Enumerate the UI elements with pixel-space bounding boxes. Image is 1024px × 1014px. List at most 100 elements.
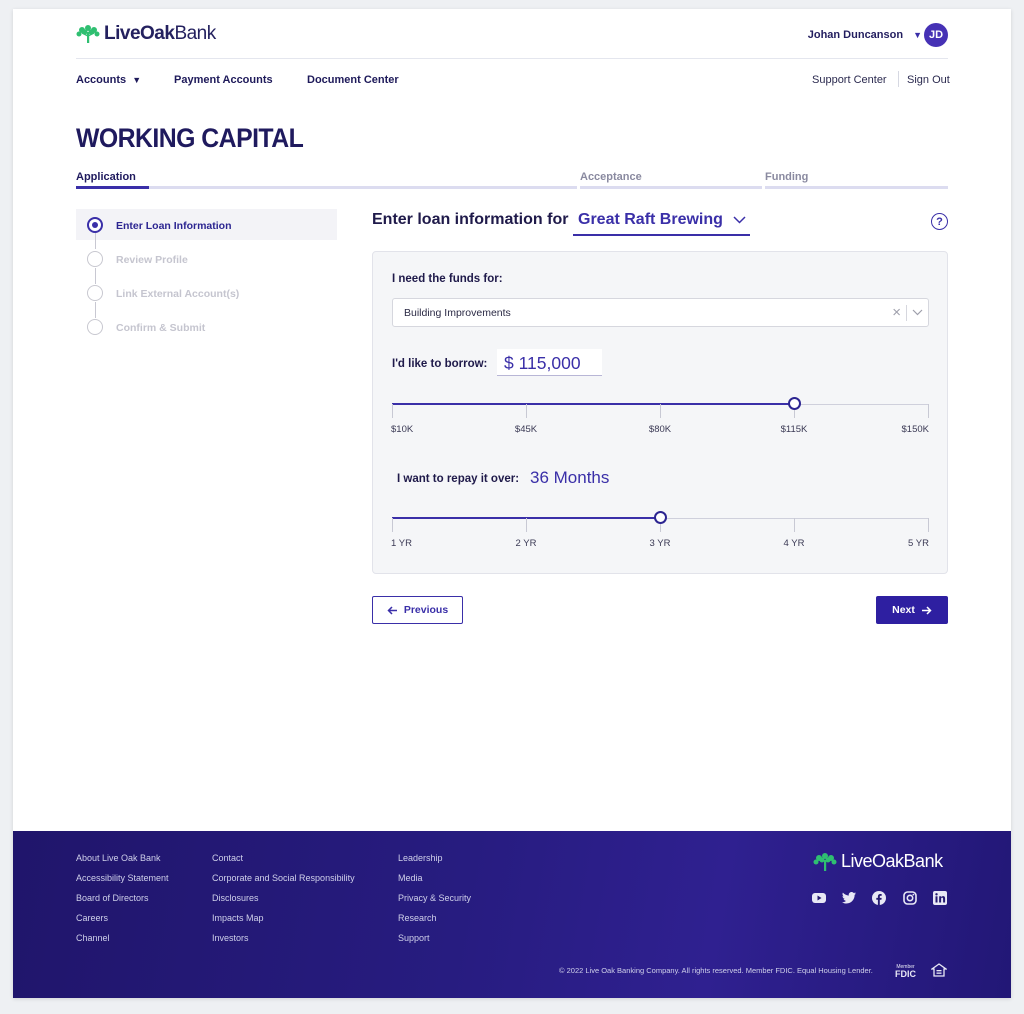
footer-link[interactable]: Channel bbox=[76, 933, 110, 943]
facebook-icon[interactable] bbox=[871, 890, 887, 906]
caret-down-icon: ▼ bbox=[132, 75, 142, 85]
fdic-logo: Member FDIC bbox=[895, 964, 916, 979]
oak-tree-icon bbox=[76, 25, 100, 43]
page-title: WORKING CAPITAL bbox=[76, 123, 304, 153]
funds-label: I need the funds for: bbox=[392, 273, 503, 285]
footer-link[interactable]: Impacts Map bbox=[212, 913, 264, 923]
borrow-slider-thumb[interactable] bbox=[787, 397, 801, 410]
nav-accounts[interactable]: Accounts ▼ bbox=[76, 74, 141, 86]
step-review-profile: Review Profile bbox=[116, 254, 188, 266]
repay-slider-tick bbox=[794, 518, 795, 532]
step-indicator bbox=[87, 251, 103, 267]
footer-link[interactable]: Contact bbox=[212, 853, 243, 863]
user-menu[interactable]: Johan Duncanson ▼ JD bbox=[808, 23, 948, 47]
footer-logo-light: Bank bbox=[903, 851, 944, 871]
borrow-slider-tick bbox=[392, 404, 393, 418]
footer-link[interactable]: Privacy & Security bbox=[398, 893, 471, 903]
arrow-left-icon bbox=[387, 605, 397, 615]
footer-link[interactable]: Investors bbox=[212, 933, 249, 943]
copyright-text: © 2022 Live Oak Banking Company. All rig… bbox=[559, 966, 873, 975]
step-indicator-active bbox=[87, 217, 103, 233]
tab-funding: Funding bbox=[765, 171, 809, 183]
loan-form-card: I need the funds for: Building Improveme… bbox=[372, 251, 948, 574]
borrow-slider-tick bbox=[526, 404, 527, 418]
live-oak-logo[interactable]: LiveOakBank bbox=[76, 23, 216, 45]
app-window: LiveOakBank Johan Duncanson ▼ JD Account… bbox=[13, 9, 1011, 998]
youtube-icon[interactable] bbox=[811, 890, 827, 906]
business-name: Great Raft Brewing bbox=[578, 211, 723, 228]
footer-link[interactable]: Careers bbox=[76, 913, 108, 923]
step-enter-loan-information[interactable]: Enter Loan Information bbox=[116, 220, 232, 232]
business-select[interactable]: Great Raft Brewing bbox=[573, 210, 750, 236]
nav-sign-out[interactable]: Sign Out bbox=[907, 74, 950, 86]
tab-acceptance: Acceptance bbox=[580, 171, 642, 183]
next-button[interactable]: Next bbox=[876, 596, 948, 624]
funds-purpose-value: Building Improvements bbox=[404, 307, 511, 319]
linkedin-icon[interactable] bbox=[932, 890, 948, 906]
clear-icon[interactable]: × bbox=[892, 304, 901, 321]
tab-application-bar bbox=[76, 186, 149, 189]
footer-link[interactable]: Accessibility Statement bbox=[76, 873, 169, 883]
instagram-icon[interactable] bbox=[902, 890, 918, 906]
repay-slider-tick-label: 4 YR bbox=[783, 538, 805, 549]
footer: About Live Oak Bank Accessibility Stateme… bbox=[13, 831, 1011, 998]
step-connector bbox=[95, 233, 96, 249]
previous-button[interactable]: Previous bbox=[372, 596, 463, 624]
step-indicator bbox=[87, 285, 103, 301]
step-indicator bbox=[87, 319, 103, 335]
footer-link[interactable]: Board of Directors bbox=[76, 893, 149, 903]
help-icon[interactable]: ? bbox=[931, 213, 948, 230]
nav-payment-accounts[interactable]: Payment Accounts bbox=[174, 74, 273, 86]
tab-funding-bar bbox=[765, 186, 948, 189]
select-divider bbox=[906, 305, 907, 321]
step-confirm-submit: Confirm & Submit bbox=[116, 322, 206, 334]
borrow-amount-input[interactable]: $ 115,000 bbox=[497, 349, 602, 376]
equal-housing-icon bbox=[931, 963, 947, 977]
footer-logo[interactable]: LiveOakBank bbox=[813, 851, 943, 872]
repay-slider-thumb[interactable] bbox=[653, 511, 667, 524]
footer-link[interactable]: Disclosures bbox=[212, 893, 259, 903]
user-name: Johan Duncanson bbox=[807, 29, 904, 41]
step-connector bbox=[95, 268, 96, 284]
arrow-right-icon bbox=[921, 605, 932, 615]
footer-link[interactable]: Corporate and Social Responsibility bbox=[212, 873, 355, 883]
twitter-icon[interactable] bbox=[841, 890, 857, 906]
borrow-slider-tick-label: $10K bbox=[391, 424, 414, 435]
next-button-label: Next bbox=[892, 604, 915, 616]
caret-down-icon[interactable]: ▼ bbox=[913, 30, 922, 40]
borrow-slider-tick-label: $150K bbox=[901, 424, 929, 435]
step-link-external-accounts: Link External Account(s) bbox=[116, 288, 240, 300]
previous-button-label: Previous bbox=[403, 604, 449, 616]
fdic-label: FDIC bbox=[895, 969, 916, 979]
funds-purpose-select[interactable]: Building Improvements × bbox=[392, 298, 929, 327]
borrow-slider-tick-label: $45K bbox=[514, 424, 538, 435]
footer-logo-bold: LiveOak bbox=[841, 851, 904, 871]
step-connector bbox=[95, 302, 96, 318]
borrow-slider-tick bbox=[928, 404, 929, 418]
chevron-down-icon bbox=[733, 216, 746, 224]
tab-acceptance-bar bbox=[580, 186, 762, 189]
oak-tree-icon bbox=[813, 852, 837, 871]
footer-link[interactable]: Media bbox=[398, 873, 423, 883]
nav-accounts-label: Accounts bbox=[76, 74, 127, 86]
nav-document-center[interactable]: Document Center bbox=[307, 74, 399, 86]
nav-support-center[interactable]: Support Center bbox=[812, 74, 887, 86]
repay-slider-tick-label: 2 YR bbox=[515, 538, 537, 549]
borrow-label: I'd like to borrow: bbox=[392, 358, 488, 370]
repay-slider-tick bbox=[526, 518, 527, 532]
footer-link[interactable]: Leadership bbox=[398, 853, 443, 863]
repay-slider-tick bbox=[392, 518, 393, 532]
avatar[interactable]: JD bbox=[924, 23, 948, 47]
borrow-slider-fill bbox=[392, 403, 794, 405]
repay-slider-tick-label: 1 YR bbox=[391, 538, 412, 549]
logo-text-bold: LiveOak bbox=[104, 23, 175, 44]
repay-slider-tick-label: 3 YR bbox=[649, 538, 671, 549]
repay-slider-tick-label: 5 YR bbox=[908, 538, 929, 549]
repay-slider-tick bbox=[928, 518, 929, 532]
footer-link[interactable]: Support bbox=[398, 933, 430, 943]
chevron-down-icon[interactable] bbox=[912, 309, 923, 316]
header-divider bbox=[76, 58, 948, 59]
footer-link[interactable]: About Live Oak Bank bbox=[76, 853, 161, 863]
footer-link[interactable]: Research bbox=[398, 913, 437, 923]
tab-application: Application bbox=[76, 171, 136, 183]
